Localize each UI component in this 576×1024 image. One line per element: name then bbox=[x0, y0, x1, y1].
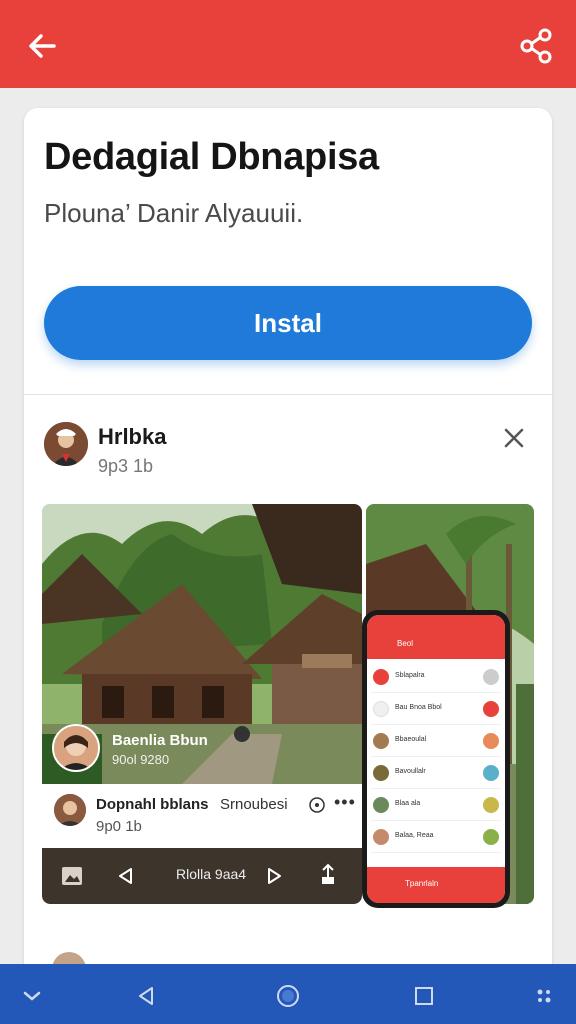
post-timestamp: 9p3 1b bbox=[98, 456, 154, 476]
comment-meta: 9p0 1b bbox=[96, 818, 142, 835]
comment-extra: Srnoubesi bbox=[220, 796, 288, 813]
overlay-meta: 90ol 9280 bbox=[112, 752, 170, 767]
app-title: Dedagial Dbnapisa bbox=[44, 136, 379, 178]
comment-author[interactable]: Dopnahl bblans bbox=[96, 796, 209, 813]
overlay-name: Baenlia Bbun bbox=[112, 732, 208, 749]
phone-app-bar bbox=[367, 615, 505, 659]
app-subtitle: Plouna’ Danir Alyauuii. bbox=[44, 198, 304, 228]
player-label: Rlolla 9aa4 bbox=[176, 866, 247, 882]
post-author-avatar[interactable] bbox=[44, 422, 88, 466]
screenshot-village-post[interactable]: Baenlia Bbun 90ol 9280 Dopnahl bblans Sr… bbox=[42, 504, 362, 904]
divider bbox=[24, 394, 552, 395]
phone-row: Bau Bnoa Bbol bbox=[371, 695, 501, 725]
share-icon[interactable] bbox=[518, 26, 554, 66]
more-options-icon[interactable]: ••• bbox=[334, 792, 356, 813]
phone-bottom-button: Tpanrlaln bbox=[367, 867, 505, 903]
phone-row: Balaa, Reaa bbox=[371, 823, 501, 853]
overlay-avatar[interactable] bbox=[52, 724, 100, 772]
recents-nav-icon[interactable] bbox=[412, 984, 436, 1008]
media-thumbnail-icon[interactable] bbox=[60, 864, 84, 888]
phone-row: Bbaeoulal bbox=[371, 727, 501, 757]
back-arrow-icon[interactable] bbox=[22, 26, 62, 66]
media-player-bar: Rlolla 9aa4 bbox=[42, 848, 362, 904]
close-icon[interactable] bbox=[500, 424, 528, 452]
previous-icon[interactable] bbox=[116, 866, 134, 886]
back-nav-icon[interactable] bbox=[134, 984, 158, 1008]
home-nav-icon[interactable] bbox=[276, 984, 300, 1008]
play-icon[interactable] bbox=[266, 866, 284, 886]
chevron-down-icon[interactable] bbox=[20, 984, 44, 1008]
top-app-bar bbox=[0, 0, 576, 88]
phone-row: Bavoullalr bbox=[371, 759, 501, 789]
install-button[interactable]: Instal bbox=[44, 286, 532, 360]
phone-app-title: Beol bbox=[397, 639, 414, 648]
upload-icon[interactable] bbox=[318, 862, 338, 886]
post-author-name[interactable]: Hrlbka bbox=[98, 424, 166, 450]
phone-row: Blaa ala bbox=[371, 791, 501, 821]
rotate-icon[interactable] bbox=[532, 984, 556, 1008]
app-detail-card: Dedagial Dbnapisa Plouna’ Danir Alyauuii… bbox=[24, 108, 552, 978]
phone-row: Sblapalra bbox=[371, 663, 501, 693]
phone-mockup: Beol Sblapalra Bau Bnoa Bbol Bbaeoulal B… bbox=[362, 610, 510, 908]
option-circle-icon[interactable] bbox=[308, 796, 326, 814]
comment-avatar[interactable] bbox=[54, 794, 86, 826]
phone-screen: Beol Sblapalra Bau Bnoa Bbol Bbaeoulal B… bbox=[367, 615, 505, 903]
system-navigation-bar bbox=[0, 964, 576, 1024]
